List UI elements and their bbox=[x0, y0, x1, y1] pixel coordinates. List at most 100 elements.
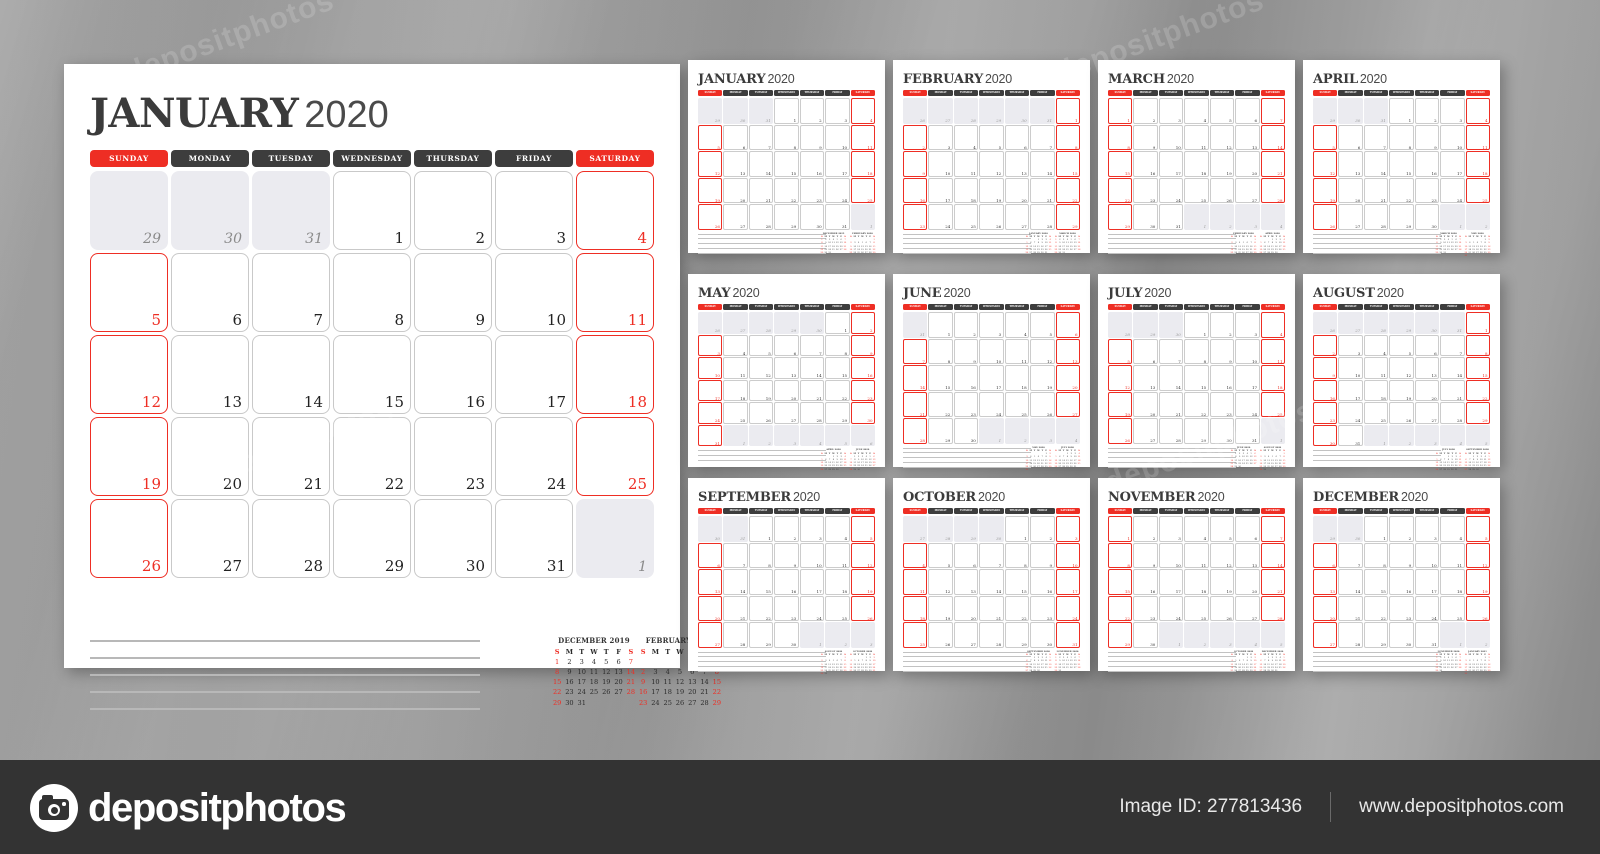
thumbnail-day-cell[interactable]: 7 bbox=[1440, 334, 1465, 356]
thumbnail-day-cell[interactable]: 21 bbox=[799, 379, 825, 401]
thumbnail-day-cell[interactable]: 1 bbox=[1465, 312, 1490, 334]
thumbnail-day-cell[interactable]: 1 bbox=[850, 204, 875, 230]
thumbnail-day-cell[interactable]: 22 bbox=[748, 595, 774, 621]
day-cell[interactable]: 16 bbox=[414, 335, 492, 414]
thumbnail-day-cell[interactable]: 29 bbox=[1465, 402, 1490, 424]
thumbnail-day-cell[interactable]: 26 bbox=[928, 622, 953, 648]
thumbnail-day-cell[interactable]: 5 bbox=[1313, 124, 1338, 150]
thumbnail-day-cell[interactable]: 10 bbox=[1055, 542, 1080, 568]
thumbnail-day-cell[interactable]: 4 bbox=[1440, 424, 1465, 446]
thumbnail-day-cell[interactable]: 10 bbox=[928, 151, 953, 177]
thumbnail-day-cell[interactable]: 1 bbox=[1184, 204, 1209, 230]
thumbnail-day-cell[interactable]: 2 bbox=[1133, 516, 1158, 542]
thumbnail-day-cell[interactable]: 9 bbox=[903, 151, 928, 177]
thumbnail-day-cell[interactable]: 15 bbox=[825, 357, 850, 379]
thumbnail-day-cell[interactable]: 4 bbox=[799, 424, 825, 446]
thumbnail-day-cell[interactable]: 8 bbox=[825, 334, 850, 356]
thumbnail-day-cell[interactable]: 31 bbox=[1030, 98, 1055, 124]
thumbnail-day-cell[interactable]: 24 bbox=[1414, 595, 1440, 621]
thumbnail-day-cell[interactable]: 29 bbox=[774, 312, 799, 334]
thumbnail-day-cell[interactable]: 10 bbox=[979, 338, 1004, 364]
thumbnail-day-cell[interactable]: 19 bbox=[1209, 569, 1235, 595]
thumbnail-day-cell[interactable]: 7 bbox=[1260, 98, 1285, 124]
thumbnail-day-cell[interactable]: 28 bbox=[953, 98, 979, 124]
thumbnail-day-cell[interactable]: 3 bbox=[1235, 312, 1260, 338]
thumbnail-day-cell[interactable]: 26 bbox=[748, 402, 774, 424]
thumbnail-day-cell[interactable]: 11 bbox=[1184, 542, 1209, 568]
thumbnail-day-cell[interactable]: 18 bbox=[1363, 379, 1389, 401]
thumbnail-day-cell[interactable]: 17 bbox=[928, 177, 953, 203]
thumbnail-day-cell[interactable]: 28 bbox=[1108, 312, 1133, 338]
thumbnail-day-cell[interactable]: 2 bbox=[1133, 98, 1158, 124]
thumbnail-day-cell[interactable]: 29 bbox=[698, 98, 723, 124]
thumbnail-day-cell[interactable]: 3 bbox=[1158, 98, 1184, 124]
thumbnail-day-cell[interactable]: 26 bbox=[1313, 204, 1338, 230]
thumbnail-day-cell[interactable]: 18 bbox=[850, 151, 875, 177]
thumbnail-day-cell[interactable]: 4 bbox=[953, 124, 979, 150]
thumbnail-day-cell[interactable]: 2 bbox=[1209, 204, 1235, 230]
thumbnail-day-cell[interactable]: 30 bbox=[1338, 98, 1363, 124]
day-cell[interactable]: 13 bbox=[171, 335, 249, 414]
thumbnail-day-cell[interactable]: 26 bbox=[1209, 595, 1235, 621]
thumbnail-day-cell[interactable]: 19 bbox=[1389, 379, 1414, 401]
thumbnail-day-cell[interactable]: 2 bbox=[1209, 312, 1235, 338]
thumbnail-day-cell[interactable]: 14 bbox=[1338, 569, 1363, 595]
thumbnail-day-cell[interactable]: 18 bbox=[903, 595, 928, 621]
thumbnail-day-cell[interactable]: 3 bbox=[1209, 622, 1235, 648]
thumbnail-day-cell[interactable]: 24 bbox=[979, 391, 1004, 417]
thumbnail-day-cell[interactable]: 18 bbox=[825, 569, 850, 595]
thumbnail-day-cell[interactable]: 16 bbox=[903, 177, 928, 203]
thumbnail-day-cell[interactable]: 24 bbox=[825, 177, 850, 203]
thumbnail-day-cell[interactable]: 17 bbox=[1158, 569, 1184, 595]
thumbnail-day-cell[interactable]: 12 bbox=[1030, 338, 1055, 364]
thumbnail-day-cell[interactable]: 19 bbox=[1108, 391, 1133, 417]
thumbnail-day-cell[interactable]: 12 bbox=[850, 542, 875, 568]
thumbnail-day-cell[interactable]: 29 bbox=[1363, 622, 1389, 648]
thumbnail-day-cell[interactable]: 2 bbox=[1030, 516, 1055, 542]
thumbnail-day-cell[interactable]: 12 bbox=[1389, 357, 1414, 379]
thumbnail-day-cell[interactable]: 11 bbox=[1184, 124, 1209, 150]
thumbnail-day-cell[interactable]: 29 bbox=[953, 516, 979, 542]
day-cell[interactable]: 20 bbox=[171, 417, 249, 496]
thumbnail-day-cell[interactable]: 8 bbox=[1363, 542, 1389, 568]
thumbnail-day-cell[interactable]: 17 bbox=[1235, 365, 1260, 391]
thumbnail-day-cell[interactable]: 27 bbox=[953, 622, 979, 648]
thumbnail-day-cell[interactable]: 2 bbox=[799, 98, 825, 124]
thumbnail-day-cell[interactable]: 15 bbox=[1465, 357, 1490, 379]
thumbnail-day-cell[interactable]: 9 bbox=[1133, 542, 1158, 568]
thumbnail-day-cell[interactable]: 13 bbox=[698, 569, 723, 595]
thumbnail-day-cell[interactable]: 15 bbox=[774, 151, 799, 177]
thumbnail-day-cell[interactable]: 22 bbox=[1389, 177, 1414, 203]
day-cell[interactable]: 30 bbox=[414, 499, 492, 578]
thumbnail-day-cell[interactable]: 20 bbox=[1004, 177, 1030, 203]
thumbnail-day-cell[interactable]: 1 bbox=[1004, 516, 1030, 542]
day-cell[interactable]: 26 bbox=[90, 499, 168, 578]
thumbnail-day-cell[interactable]: 1 bbox=[1108, 516, 1133, 542]
thumbnail-day-cell[interactable]: 20 bbox=[723, 177, 748, 203]
thumbnail-card-july[interactable]: JULY 2020 SUNDAY MONDAY TUESDAY WEDNESDAY THUR… bbox=[1098, 274, 1295, 471]
thumbnail-day-cell[interactable]: 9 bbox=[1030, 542, 1055, 568]
thumbnail-day-cell[interactable]: 2 bbox=[1465, 204, 1490, 230]
thumbnail-day-cell[interactable]: 6 bbox=[1414, 334, 1440, 356]
thumbnail-day-cell[interactable]: 4 bbox=[903, 542, 928, 568]
thumbnail-day-cell[interactable]: 16 bbox=[1133, 569, 1158, 595]
thumbnail-day-cell[interactable]: 30 bbox=[1389, 622, 1414, 648]
thumbnail-day-cell[interactable]: 15 bbox=[1108, 151, 1133, 177]
thumbnail-day-cell[interactable]: 9 bbox=[1389, 542, 1414, 568]
thumbnail-day-cell[interactable]: 14 bbox=[1363, 151, 1389, 177]
thumbnail-day-cell[interactable]: 3 bbox=[1414, 424, 1440, 446]
thumbnail-day-cell[interactable]: 12 bbox=[979, 151, 1004, 177]
thumbnail-day-cell[interactable]: 7 bbox=[799, 334, 825, 356]
thumbnail-day-cell[interactable]: 9 bbox=[1209, 338, 1235, 364]
thumbnail-day-cell[interactable]: 26 bbox=[1313, 312, 1338, 334]
thumbnail-day-cell[interactable]: 12 bbox=[928, 569, 953, 595]
thumbnail-day-cell[interactable]: 10 bbox=[1158, 542, 1184, 568]
thumbnail-day-cell[interactable]: 5 bbox=[1209, 98, 1235, 124]
day-cell[interactable]: 4 bbox=[576, 171, 654, 250]
thumbnail-day-cell[interactable]: 23 bbox=[903, 204, 928, 230]
thumbnail-day-cell[interactable]: 13 bbox=[774, 357, 799, 379]
day-cell[interactable]: 11 bbox=[576, 253, 654, 332]
thumbnail-day-cell[interactable]: 1 bbox=[799, 622, 825, 648]
thumbnail-day-cell[interactable]: 24 bbox=[1440, 177, 1465, 203]
thumbnail-day-cell[interactable]: 29 bbox=[1108, 204, 1133, 230]
